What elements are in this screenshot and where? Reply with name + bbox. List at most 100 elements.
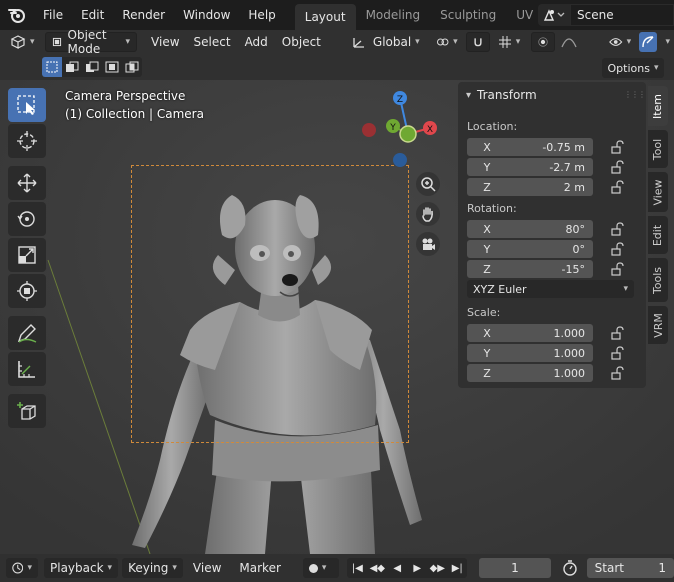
orientation-dropdown[interactable]: Global ▾ — [345, 32, 426, 52]
prev-keyframe-button[interactable]: ◀◆ — [367, 558, 387, 578]
timeline-view-menu[interactable]: View — [187, 558, 227, 578]
lock-icon[interactable] — [610, 160, 624, 174]
marker-menu[interactable]: Marker — [233, 558, 286, 578]
select-extend-button[interactable] — [62, 57, 82, 77]
tab-view[interactable]: View — [648, 172, 668, 212]
menu-file[interactable]: File — [34, 0, 72, 30]
scene-name[interactable]: Scene — [570, 4, 674, 26]
rotation-x-field[interactable]: X 80° — [467, 220, 593, 238]
snap-toggle[interactable] — [465, 32, 490, 52]
playback-menu[interactable]: Playback ▾ — [44, 558, 119, 578]
location-x-field[interactable]: X -0.75 m — [467, 138, 593, 156]
field-value: 0° — [572, 242, 586, 256]
pan-button[interactable] — [416, 202, 440, 226]
tab-vrm[interactable]: VRM — [648, 306, 668, 344]
select-invert-button[interactable] — [102, 57, 122, 77]
gizmo-toggle[interactable] — [639, 32, 658, 52]
neg-y-axis-handle[interactable] — [399, 125, 417, 143]
keying-menu[interactable]: Keying ▾ — [122, 558, 183, 578]
scale-z-field[interactable]: Z 1.000 — [467, 364, 593, 382]
tab-modeling[interactable]: Modeling — [356, 3, 431, 27]
pivot-point-button[interactable]: ▾ — [430, 32, 464, 52]
scale-label: Scale: — [467, 306, 501, 319]
menu-window[interactable]: Window — [174, 0, 239, 30]
next-keyframe-button[interactable]: ◆▶ — [427, 558, 447, 578]
neg-x-axis-handle[interactable] — [362, 123, 376, 137]
gizmo-dropdown[interactable]: ▾ — [657, 32, 674, 52]
neg-z-axis-handle[interactable] — [393, 153, 407, 167]
lock-icon[interactable] — [610, 140, 624, 154]
jump-end-button[interactable]: ▶| — [447, 558, 467, 578]
menu-select[interactable]: Select — [188, 32, 237, 52]
tab-layout[interactable]: Layout — [294, 4, 356, 30]
lock-icon[interactable] — [610, 180, 624, 194]
editor-type-button[interactable]: ▾ — [4, 32, 41, 52]
auto-keying-button[interactable]: ▾ — [302, 558, 340, 578]
annotate-tool[interactable] — [8, 316, 46, 350]
options-button[interactable]: Options ▾ — [602, 58, 664, 78]
menu-view[interactable]: View — [145, 32, 185, 52]
scale-y-field[interactable]: Y 1.000 — [467, 344, 593, 362]
lock-icon[interactable] — [610, 262, 624, 276]
menu-object[interactable]: Object — [276, 32, 327, 52]
jump-start-button[interactable]: |◀ — [347, 558, 367, 578]
rotate-tool[interactable] — [8, 202, 46, 236]
select-new-button[interactable] — [42, 57, 62, 77]
menu-add[interactable]: Add — [239, 32, 274, 52]
snap-target-button[interactable]: ▾ — [492, 32, 527, 52]
menu-help[interactable]: Help — [239, 0, 284, 30]
transform-tool[interactable] — [8, 274, 46, 308]
rotation-mode-dropdown[interactable]: XYZ Euler ▾ — [467, 280, 634, 298]
current-frame-field[interactable]: 1 — [479, 558, 551, 578]
collection-label: (1) Collection | Camera — [65, 107, 204, 121]
measure-tool[interactable] — [8, 352, 46, 386]
camera-view-button[interactable] — [416, 232, 440, 256]
add-cube-tool[interactable] — [8, 394, 46, 428]
lock-icon[interactable] — [610, 346, 624, 360]
falloff-button[interactable] — [555, 32, 583, 52]
options-label: Options — [607, 61, 650, 75]
rotation-y-field[interactable]: Y 0° — [467, 240, 593, 258]
chevron-down-icon: ▾ — [515, 37, 521, 47]
menu-render[interactable]: Render — [113, 0, 174, 30]
rotation-z-field[interactable]: Z -15° — [467, 260, 593, 278]
3d-viewport[interactable]: ▾ Object Mode ▾ View Select Add Object G… — [0, 30, 674, 554]
zoom-button[interactable] — [416, 172, 440, 196]
play-reverse-button[interactable]: ◀ — [387, 558, 407, 578]
lock-icon[interactable] — [610, 366, 624, 380]
lock-icon[interactable] — [610, 222, 624, 236]
select-box-tool[interactable] — [8, 88, 46, 122]
tab-sculpting[interactable]: Sculpting — [430, 3, 506, 27]
axis-label: Y — [483, 346, 491, 360]
select-subtract-button[interactable] — [82, 57, 102, 77]
snap-grid-icon — [498, 36, 511, 48]
blender-logo-icon[interactable] — [0, 0, 34, 30]
location-y-field[interactable]: Y -2.7 m — [467, 158, 593, 176]
stopwatch-icon[interactable] — [561, 559, 579, 577]
navigation-gizmo[interactable]: Z X Y — [358, 90, 444, 176]
transform-panel-header[interactable]: ▾ Transform — [466, 88, 537, 102]
location-z-field[interactable]: Z 2 m — [467, 178, 593, 196]
tab-edit[interactable]: Edit — [648, 216, 668, 254]
menu-edit[interactable]: Edit — [72, 0, 113, 30]
timeline-editor-type-button[interactable]: ▾ — [6, 558, 38, 578]
scale-tool[interactable] — [8, 238, 46, 272]
cursor-tool[interactable] — [8, 124, 46, 158]
lock-icon[interactable] — [610, 326, 624, 340]
play-button[interactable]: ▶ — [407, 558, 427, 578]
mode-dropdown[interactable]: Object Mode ▾ — [44, 30, 138, 56]
move-tool[interactable] — [8, 166, 46, 200]
start-frame-field[interactable]: Start 1 — [586, 558, 674, 578]
tab-tools[interactable]: Tools — [648, 258, 668, 302]
proportional-edit-toggle[interactable] — [531, 32, 556, 52]
lock-icon[interactable] — [610, 242, 624, 256]
tab-item[interactable]: Item — [648, 86, 668, 126]
drag-handle-icon[interactable]: ⋮⋮⋮ — [624, 90, 646, 99]
visibility-button[interactable]: ▾ — [603, 32, 637, 52]
select-intersect-button[interactable] — [122, 57, 142, 77]
camera-icon — [422, 238, 435, 250]
scale-x-field[interactable]: X 1.000 — [467, 324, 593, 342]
scene-selector[interactable]: Scene — [538, 4, 674, 26]
tab-tool[interactable]: Tool — [648, 130, 668, 168]
scene-icon[interactable] — [538, 4, 570, 26]
